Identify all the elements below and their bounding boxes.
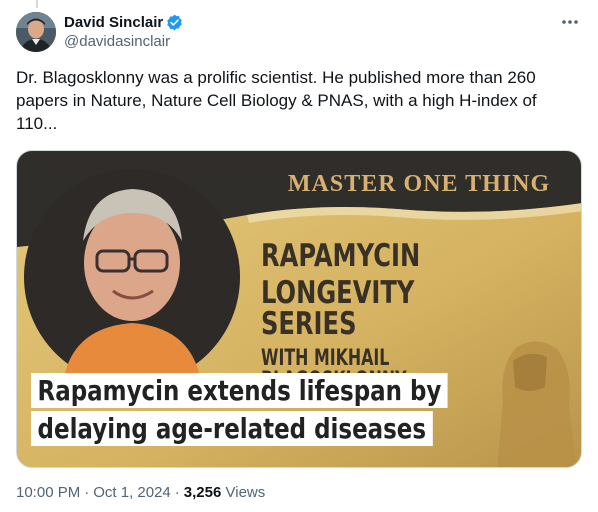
series-title-line-1: RAPAMYCIN xyxy=(261,238,421,274)
media-banner-text: MASTER ONE THING xyxy=(287,171,551,197)
author-display-name[interactable]: David Sinclair xyxy=(64,14,163,31)
tweet-meta: 10:00 PM · Oct 1, 2024 · 3,256 Views xyxy=(16,484,265,501)
avatar-image xyxy=(16,12,56,52)
ellipsis-icon xyxy=(562,20,578,24)
tweet-text: Dr. Blagosklonny was a prolific scientis… xyxy=(16,68,537,133)
views-label: Views xyxy=(225,484,266,501)
tweet-header: David Sinclair @davidasinclair xyxy=(16,12,582,56)
tweet-date[interactable]: Oct 1, 2024 xyxy=(93,484,171,501)
avatar[interactable] xyxy=(16,12,56,52)
caption-line-2: delaying age-related diseases xyxy=(31,411,433,446)
series-title-line-2: LONGEVITY SERIES xyxy=(261,275,415,342)
meta-separator: · xyxy=(84,484,90,501)
more-options-icon[interactable] xyxy=(558,12,582,32)
caption-line-1: Rapamycin extends lifespan by xyxy=(31,373,448,408)
media-caption: Rapamycin extends lifespan by delaying a… xyxy=(31,373,539,446)
tweet-time[interactable]: 10:00 PM xyxy=(16,484,80,501)
media-series-title: RAPAMYCIN LONGEVITY SERIES WITH MIKHAIL … xyxy=(261,241,581,392)
thread-connector-line xyxy=(36,0,38,8)
views-count[interactable]: 3,256 xyxy=(184,484,222,501)
verified-badge-icon xyxy=(167,14,182,30)
meta-separator: · xyxy=(174,484,180,501)
author-handle[interactable]: @davidasinclair xyxy=(64,33,183,50)
tweet-media-image[interactable]: MASTER ONE THING RAPAMYCIN LONGEVITY SER… xyxy=(16,150,582,468)
